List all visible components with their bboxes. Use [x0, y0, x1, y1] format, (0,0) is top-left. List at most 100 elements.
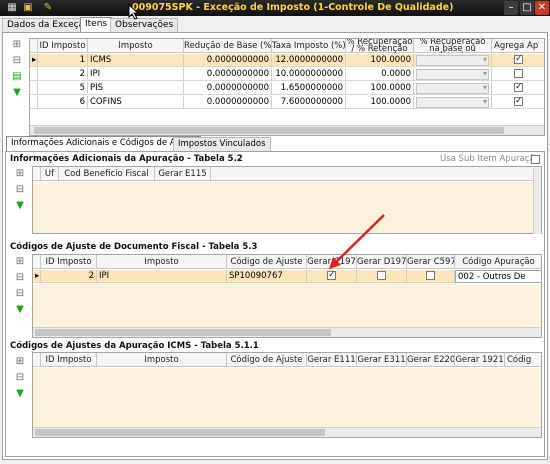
row-indicator: [30, 68, 38, 81]
cell-reducao[interactable]: 0.0000000000: [184, 82, 272, 95]
recuperacao-base-combo[interactable]: [414, 68, 492, 81]
move-down-icon[interactable]: ▼: [14, 304, 26, 316]
save-icon[interactable]: ▣: [22, 2, 34, 14]
cell-taxa[interactable]: 10.0000000000: [272, 68, 346, 81]
cell-id: 2: [41, 270, 97, 283]
close-icon[interactable]: ✕: [535, 1, 549, 15]
main-tabs: Dados da Exceção Itens Observações: [0, 17, 550, 33]
ajuste-doc-hscroll[interactable]: [33, 327, 541, 337]
col-imposto[interactable]: Imposto: [97, 353, 227, 367]
col-reducao-base[interactable]: Redução de Base (%): [184, 39, 272, 53]
col-imposto[interactable]: Imposto: [97, 255, 227, 269]
col-recuperacao-retencao[interactable]: % Recuperação / % Retenção: [346, 39, 414, 53]
cell-reducao[interactable]: 0.0000000000: [184, 54, 272, 67]
remove-row-icon[interactable]: ⊟: [14, 372, 26, 384]
col-codigo-apuracao[interactable]: Código Apuração: [455, 255, 541, 269]
col-codigo[interactable]: Códig: [505, 353, 541, 367]
usa-sub-item-label: Usa Sub Item Apuração: [440, 154, 540, 164]
recuperacao-base-combo[interactable]: [414, 82, 492, 95]
col-recuperacao-base[interactable]: % Recuperação na base ou alíquota: [414, 39, 492, 53]
scroll-thumb[interactable]: [34, 127, 504, 134]
add-row-icon[interactable]: ⊞: [14, 168, 26, 180]
cell-recuperacao[interactable]: 100.0000: [346, 82, 414, 95]
col-uf[interactable]: Uf: [41, 167, 59, 181]
info-vscroll[interactable]: [533, 168, 541, 234]
cell-recuperacao[interactable]: 100.0000: [346, 96, 414, 109]
remove-row-icon[interactable]: ⊟: [14, 184, 26, 196]
impostos-hscroll[interactable]: [30, 125, 544, 135]
cell-reducao[interactable]: 0.0000000000: [184, 96, 272, 109]
codigo-apuracao-value: 002 - Outros De: [458, 272, 526, 282]
col-agrega[interactable]: Agrega Ap: [492, 39, 544, 53]
restore-icon[interactable]: □: [520, 1, 534, 15]
ajuste-icms-header: ID Imposto Imposto Código de Ajuste Gera…: [33, 353, 541, 367]
remove-row-icon[interactable]: ⊟: [14, 272, 26, 284]
cell-imposto: COFINS: [88, 96, 184, 109]
col-taxa-imposto[interactable]: Taxa Imposto (%): [272, 39, 346, 53]
info-grid-body: [33, 182, 541, 233]
agrega-checkbox[interactable]: [492, 68, 544, 81]
cell-taxa[interactable]: 12.0000000000: [272, 54, 346, 67]
agrega-checkbox[interactable]: [492, 54, 544, 67]
cell-recuperacao[interactable]: 0.0000: [346, 68, 414, 81]
gerar-c597-checkbox[interactable]: [407, 270, 455, 283]
col-imposto[interactable]: Imposto: [88, 39, 184, 53]
row-indicator: [30, 96, 38, 109]
col-gerar-e220[interactable]: Gerar E220: [407, 353, 455, 367]
col-gerar-c597[interactable]: Gerar C597: [407, 255, 455, 269]
move-down-icon[interactable]: ▼: [11, 87, 23, 99]
recuperacao-base-combo[interactable]: [414, 96, 492, 109]
tab-itens[interactable]: Itens: [80, 17, 113, 33]
remove-row-icon[interactable]: ⊟: [11, 55, 23, 67]
cell-taxa[interactable]: 7.6000000000: [272, 96, 346, 109]
add-row-icon[interactable]: ⊞: [14, 256, 26, 268]
cell-taxa[interactable]: 1.6500000000: [272, 82, 346, 95]
scroll-thumb[interactable]: [35, 429, 325, 436]
col-gerar-c197[interactable]: Gerar C197: [307, 255, 357, 269]
cell-recuperacao[interactable]: 100.0000: [346, 54, 414, 67]
edit-row-icon[interactable]: ▤: [11, 71, 23, 83]
row-indicator-header: [33, 167, 41, 181]
gerar-d197-checkbox[interactable]: [357, 270, 407, 283]
add-row-icon[interactable]: ⊞: [11, 39, 23, 51]
col-codigo-ajuste[interactable]: Código de Ajuste: [227, 255, 307, 269]
row-indicator-header: [30, 39, 38, 53]
col-id-imposto[interactable]: ID Imposto: [38, 39, 88, 53]
table-row[interactable]: ▸ 2 IPI SP10090767 002 - Outros De: [33, 270, 541, 283]
cell-reducao[interactable]: 0.0000000000: [184, 68, 272, 81]
ajuste-icms-grid: ID Imposto Imposto Código de Ajuste Gera…: [32, 352, 542, 438]
usa-sub-item-checkbox[interactable]: [531, 155, 540, 164]
table-row[interactable]: 5 PIS 0.0000000000 1.6500000000 100.0000: [30, 82, 544, 95]
app-grid-icon[interactable]: ▦: [6, 2, 18, 14]
col-gerar-d197[interactable]: Gerar D197: [357, 255, 407, 269]
table-row[interactable]: 2 IPI 0.0000000000 10.0000000000 0.0000: [30, 68, 544, 81]
table-row[interactable]: 6 COFINS 0.0000000000 7.6000000000 100.0…: [30, 96, 544, 109]
recuperacao-base-combo[interactable]: [414, 54, 492, 67]
tab-observacoes[interactable]: Observações: [110, 18, 179, 33]
col-gerar-e111[interactable]: Gerar E111: [307, 353, 357, 367]
ajuste-icms-hscroll[interactable]: [33, 427, 541, 437]
remove-row-icon[interactable]: ⊟: [14, 288, 26, 300]
col-gerar-e311[interactable]: Gerar E311: [357, 353, 407, 367]
add-row-icon[interactable]: ⊞: [14, 356, 26, 368]
subtab-impostos-vinculados[interactable]: Impostos Vinculados: [173, 137, 271, 151]
cell-imposto: PIS: [88, 82, 184, 95]
col-codigo-ajuste[interactable]: Código de Ajuste: [227, 353, 307, 367]
agrega-checkbox[interactable]: [492, 82, 544, 95]
row-indicator: [30, 82, 38, 95]
col-gerar-1921[interactable]: Gerar 1921: [455, 353, 505, 367]
col-id-imposto[interactable]: ID Imposto: [41, 255, 97, 269]
col-id-imposto[interactable]: ID Imposto: [41, 353, 97, 367]
gerar-c197-checkbox[interactable]: [307, 270, 357, 283]
move-down-icon[interactable]: ▼: [14, 388, 26, 400]
codigo-apuracao-combo[interactable]: 002 - Outros De: [455, 270, 541, 283]
scroll-thumb[interactable]: [35, 329, 331, 336]
move-down-icon[interactable]: ▼: [14, 200, 26, 212]
tools-icon[interactable]: ✎: [42, 2, 54, 14]
minimize-icon[interactable]: –: [504, 1, 518, 15]
cell-codigo-ajuste[interactable]: SP10090767: [227, 270, 307, 283]
col-cod-beneficio[interactable]: Cod Beneficio Fiscal: [59, 167, 155, 181]
col-gerar-e115[interactable]: Gerar E115: [155, 167, 211, 181]
table-row[interactable]: ▸ 1 ICMS 0.0000000000 12.0000000000 100.…: [30, 54, 544, 67]
agrega-checkbox[interactable]: [492, 96, 544, 109]
